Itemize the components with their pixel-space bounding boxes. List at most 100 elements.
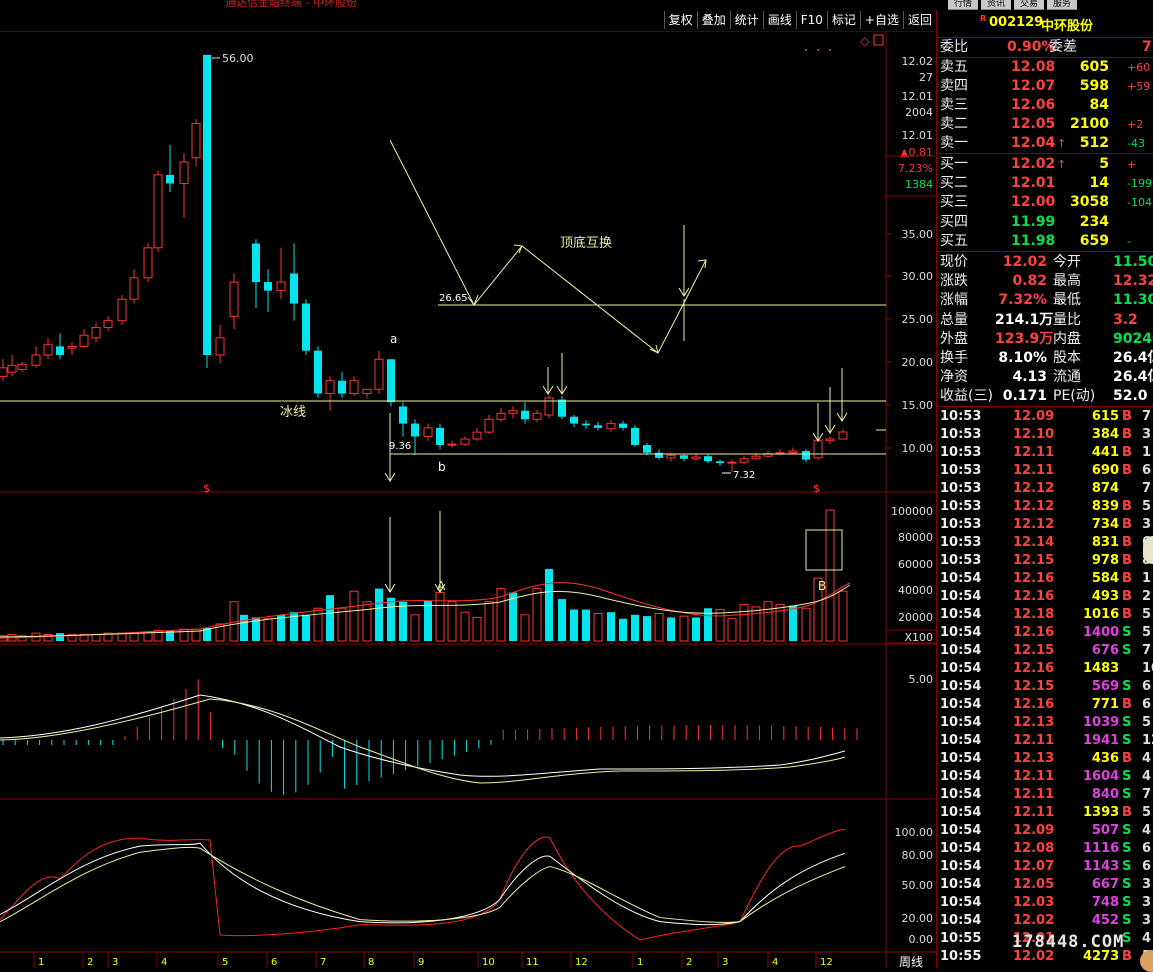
toolbar-button-7[interactable]: 返回 (902, 11, 936, 29)
tick-tail: 1 (1142, 445, 1152, 460)
axis-tick-label: 12.01 (902, 90, 934, 103)
tick-side: B (1122, 535, 1132, 550)
tick-price: 12.11 (1013, 463, 1055, 478)
date-axis-label: 12 (575, 957, 588, 968)
candle-body (691, 456, 701, 460)
tick-time: 10:54 (940, 571, 982, 586)
tick-row: 10:54 12.08 1116 S 6 (937, 840, 1153, 858)
point-b-label: b (438, 460, 446, 474)
quote-value: 11.30 (1113, 292, 1153, 309)
candle-body (838, 431, 848, 440)
bid-row: 买四 11.99 234 (937, 213, 1153, 232)
toolbar-button-6[interactable]: +自选 (859, 11, 903, 29)
toolbar-button-1[interactable]: 叠加 (696, 11, 730, 29)
date-axis-label: 1 (637, 957, 643, 968)
top-menu-item[interactable]: 服务 (1047, 0, 1078, 10)
quote-row: 净资 4.13 流通 26.4亿 (937, 368, 1153, 387)
tick-row: 10:53 12.10 384 B 3 (937, 426, 1153, 444)
kline-chart[interactable]: 56.00冰线顶底互换26.65ab9.367.32$ $◇12.022712.0… (0, 31, 936, 968)
tick-volume: 840 (1091, 787, 1119, 802)
tick-tail: 6 (1142, 841, 1152, 856)
tick-row: 10:54 12.18 1016 B 5 (937, 606, 1153, 624)
point-a-label: a (390, 332, 397, 346)
tick-tail: 7 (1142, 481, 1152, 496)
ask-change: +2 (1127, 118, 1144, 131)
candle-body (252, 243, 260, 283)
quote-label: 股本 (1053, 350, 1081, 366)
quote-label: 外盘 (940, 330, 968, 347)
candle-body (484, 418, 494, 433)
quote-label: 总量 (940, 311, 968, 328)
quote-row: 总量 214.1万 量比 3.2 (937, 311, 1153, 330)
stock-code[interactable]: 002129 (989, 15, 1043, 30)
tick-volume: 569 (1091, 679, 1119, 694)
tick-row: 10:54 12.16 771 B 6 (937, 696, 1153, 714)
candle-body (67, 345, 77, 349)
tick-time: 10:53 (940, 463, 982, 478)
toolbar-button-2[interactable]: 统计 (729, 11, 763, 29)
quote-label: 换手 (940, 350, 968, 366)
top-menu-item[interactable]: 行情 (948, 0, 979, 10)
tick-time: 10:54 (940, 679, 982, 694)
volume-bar (484, 601, 494, 642)
candle-body (570, 416, 578, 424)
ask-volume: 512 (1079, 135, 1109, 151)
candle-body (423, 427, 433, 437)
candle-body (91, 327, 101, 339)
toolbar-button-4[interactable]: F10 (795, 11, 827, 29)
candle-body (17, 363, 27, 371)
tick-volume: 384 (1091, 427, 1119, 442)
tick-time: 10:54 (940, 697, 982, 712)
volume-bar (349, 590, 359, 642)
date-axis-label: 6 (271, 957, 277, 968)
candle-body (716, 461, 724, 464)
date-axis-label: 12 (820, 957, 833, 968)
bid-row: 买五 11.98 659 - (937, 232, 1153, 251)
candle-body (229, 281, 239, 317)
tick-volume: 839 (1091, 499, 1119, 514)
top-menu-item[interactable]: 资讯 (981, 0, 1012, 10)
quote-label: 流通 (1053, 369, 1081, 386)
volume-bar (424, 600, 432, 641)
volume-axis-label: X100 (904, 631, 933, 644)
toolbar-button-3[interactable]: 画线 (762, 11, 796, 29)
candle-body (143, 247, 153, 279)
tick-tail: 4 (1142, 823, 1152, 838)
tick-volume: 452 (1091, 913, 1119, 928)
tick-tail: 1 (1142, 571, 1152, 586)
tick-price: 12.16 (1013, 589, 1055, 604)
candle-body (153, 174, 163, 249)
bid-volume: 659 (1079, 232, 1109, 249)
tick-volume: 1039 (1083, 715, 1120, 730)
volume-axis-label: 20000 (898, 611, 933, 624)
tick-volume: 1941 (1083, 733, 1120, 748)
volume-bar (654, 612, 664, 642)
tick-tail: 12 (1142, 733, 1153, 748)
tick-price: 12.09 (1013, 409, 1055, 424)
toolbar-button-0[interactable]: 复权 (663, 11, 697, 29)
top-menu-item[interactable]: 交易 (1014, 0, 1045, 10)
tick-side: B (1122, 607, 1132, 622)
candle-body (302, 303, 310, 351)
tick-side: S (1122, 877, 1132, 892)
tick-price: 12.16 (1013, 697, 1055, 712)
tick-row: 10:53 12.12 839 B 5 (937, 498, 1153, 516)
volume-bar (447, 601, 457, 642)
tick-tail: 5 (1142, 805, 1152, 820)
chart-toolbar: 复权 叠加 统计 画线 F10 标记 +自选 返回 (0, 10, 936, 32)
volume-bar (715, 609, 725, 642)
candle-body (813, 440, 823, 459)
bid-volume: 14 (1089, 175, 1109, 192)
tick-time: 10:54 (940, 859, 982, 874)
tick-volume: 831 (1091, 535, 1119, 550)
tick-volume: 1016 (1083, 607, 1120, 622)
tick-volume: 441 (1091, 445, 1119, 460)
tick-price: 12.18 (1013, 607, 1055, 622)
candle-body (411, 423, 419, 437)
candle-body (508, 410, 518, 414)
window-title: 通达信金融终端 - 中环股份 (225, 0, 357, 9)
bid-change: + (1127, 158, 1137, 171)
toolbar-button-5[interactable]: 标记 (826, 11, 860, 29)
stock-name[interactable]: 中环股份 (1041, 15, 1093, 34)
bid-label: 买五 (940, 232, 968, 249)
